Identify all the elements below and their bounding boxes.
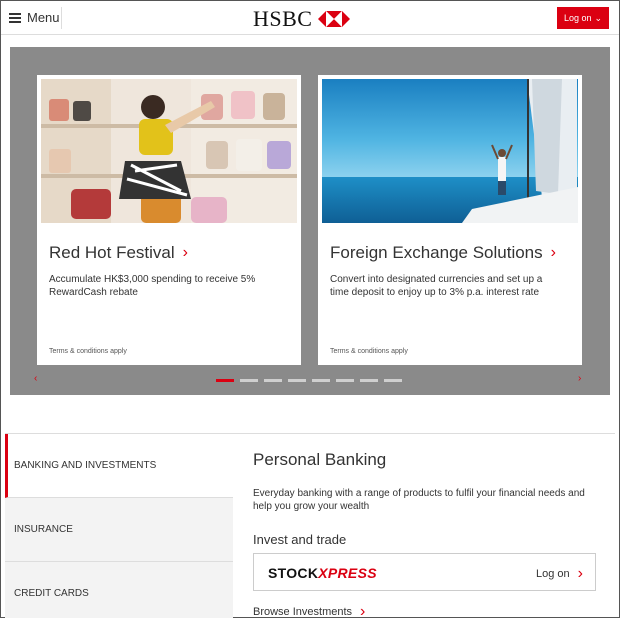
stock-logon-link[interactable]: Log on › — [536, 565, 583, 583]
carousel-pagination — [216, 379, 402, 382]
product-panel: BANKING AND INVESTMENTS INSURANCE CREDIT… — [5, 433, 615, 618]
brand-name: HSBC — [253, 6, 313, 31]
chevron-right-icon: › — [550, 244, 556, 261]
carousel-prev-icon[interactable]: ‹ — [34, 373, 37, 384]
stock-express-logo: STOCKXPRESS — [268, 565, 377, 581]
chevron-right-icon: › — [182, 244, 188, 261]
chevron-right-icon: › — [577, 565, 583, 582]
hsbc-logo[interactable]: HSBC — [253, 6, 351, 32]
promo-image-sailing — [322, 79, 578, 223]
carousel-dot[interactable] — [216, 379, 234, 382]
promo-image-shopping — [41, 79, 297, 223]
logon-button[interactable]: Log on ⌄ — [557, 7, 609, 29]
card-title-text: Red Hot Festival — [49, 243, 175, 262]
xpress-logo-part: XPRESS — [318, 565, 377, 581]
carousel-dot[interactable] — [360, 379, 378, 382]
sidebar-item-insurance[interactable]: INSURANCE — [5, 498, 233, 562]
card-title-text: Foreign Exchange Solutions — [330, 243, 543, 262]
sidebar-item-credit-cards[interactable]: CREDIT CARDS — [5, 562, 233, 618]
hsbc-hexagon-icon — [318, 11, 351, 27]
carousel-dot[interactable] — [288, 379, 306, 382]
menu-label: Menu — [27, 10, 60, 25]
chevron-right-icon: › — [360, 603, 366, 618]
hamburger-icon — [9, 12, 21, 23]
card-description: Convert into designated currencies and s… — [330, 274, 543, 298]
browse-investments-link[interactable]: Browse Investments › — [253, 603, 365, 618]
promo-card-red-hot-festival[interactable]: Red Hot Festival › Accumulate HK$3,000 s… — [37, 75, 301, 365]
chevron-down-icon: ⌄ — [594, 12, 603, 23]
carousel-dot[interactable] — [384, 379, 402, 382]
category-sidebar: BANKING AND INVESTMENTS INSURANCE CREDIT… — [5, 434, 233, 618]
menu-button[interactable]: Menu — [9, 10, 60, 25]
subsection-title: Invest and trade — [253, 532, 347, 547]
sidebar-item-banking-investments[interactable]: BANKING AND INVESTMENTS — [5, 434, 233, 498]
section-description: Everyday banking with a range of product… — [253, 488, 585, 512]
menu-divider — [61, 7, 62, 29]
carousel-dot[interactable] — [264, 379, 282, 382]
card-title[interactable]: Foreign Exchange Solutions › — [330, 243, 556, 263]
card-description: Accumulate HK$3,000 spending to receive … — [49, 274, 256, 298]
promo-carousel: Red Hot Festival › Accumulate HK$3,000 s… — [10, 47, 610, 395]
promo-card-foreign-exchange[interactable]: Foreign Exchange Solutions › Convert int… — [318, 75, 582, 365]
stock-logon-label: Log on — [536, 568, 570, 580]
browse-label: Browse Investments — [253, 606, 353, 618]
card-title[interactable]: Red Hot Festival › — [49, 243, 188, 263]
stock-express-box[interactable]: STOCKXPRESS Log on › — [253, 553, 596, 591]
carousel-dot[interactable] — [240, 379, 258, 382]
logon-label: Log on — [563, 13, 592, 23]
top-header: Menu HSBC Log on ⌄ — [1, 1, 619, 35]
carousel-dot[interactable] — [312, 379, 330, 382]
terms-text[interactable]: Terms & conditions apply — [330, 348, 408, 355]
carousel-dot[interactable] — [336, 379, 354, 382]
terms-text[interactable]: Terms & conditions apply — [49, 348, 127, 355]
section-title: Personal Banking — [253, 450, 387, 469]
stock-logo-part: STOCK — [268, 565, 319, 581]
carousel-next-icon[interactable]: › — [578, 373, 581, 384]
